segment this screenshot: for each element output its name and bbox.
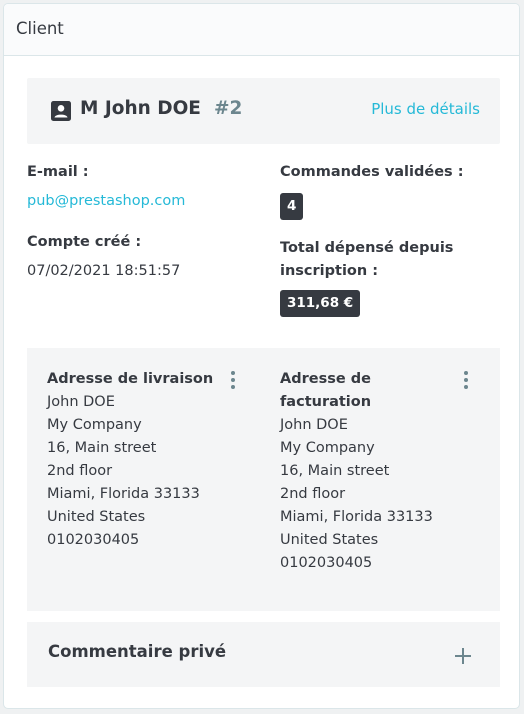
- invoice-address-title-line1: Adresse de: [280, 371, 371, 387]
- delivery-address-line: 16, Main street: [47, 440, 157, 456]
- card-title: Client: [16, 19, 64, 38]
- validated-orders-badge: 4: [280, 193, 304, 220]
- delivery-address-line: 0102030405: [47, 532, 140, 548]
- account-box-icon: [51, 101, 71, 121]
- invoice-address-title-line2: facturation: [280, 394, 372, 410]
- customer-name: M John DOE: [80, 98, 201, 119]
- total-spent-label-line2: inscription :: [280, 263, 379, 279]
- account-created-value: 07/02/2021 18:51:57: [27, 263, 181, 279]
- delivery-address-menu-icon[interactable]: [226, 371, 240, 393]
- total-spent-label-line1: Total dépensé depuis: [280, 240, 454, 256]
- invoice-address-line: 0102030405: [280, 555, 373, 571]
- customer-summary: M John DOE #2 Plus de détails: [27, 78, 500, 144]
- invoice-address-menu-icon[interactable]: [459, 371, 473, 393]
- invoice-address: Adresse de facturation John DOE My Compa…: [280, 368, 433, 575]
- invoice-address-line: My Company: [280, 440, 375, 456]
- customer-card: Client M John DOE #2 Plus de détails E-m…: [3, 3, 520, 709]
- delivery-address-line: 2nd floor: [47, 463, 113, 479]
- addresses-panel: Adresse de livraison John DOE My Company…: [27, 348, 500, 611]
- validated-orders-label: Commandes validées :: [280, 164, 464, 180]
- delivery-address-title: Adresse de livraison: [47, 371, 214, 387]
- card-header: Client: [4, 4, 519, 56]
- private-comment-title: Commentaire privé: [48, 642, 227, 661]
- plus-icon[interactable]: [453, 646, 473, 666]
- delivery-address-line: John DOE: [47, 394, 115, 410]
- invoice-address-line: John DOE: [280, 417, 348, 433]
- delivery-address: Adresse de livraison John DOE My Company…: [47, 368, 213, 552]
- more-details-link[interactable]: Plus de détails: [371, 100, 480, 118]
- total-spent-label: Total dépensé depuis inscription :: [280, 237, 453, 283]
- account-created-label: Compte créé :: [27, 234, 142, 250]
- customer-id: #2: [214, 98, 243, 119]
- email-link[interactable]: pub@prestashop.com: [27, 193, 185, 209]
- email-value: pub@prestashop.com: [27, 190, 185, 213]
- invoice-address-line: 2nd floor: [280, 486, 346, 502]
- delivery-address-line: Miami, Florida 33133: [47, 486, 200, 502]
- email-label: E-mail :: [27, 164, 89, 180]
- invoice-address-line: Miami, Florida 33133: [280, 509, 433, 525]
- delivery-address-line: United States: [47, 509, 146, 525]
- invoice-address-line: 16, Main street: [280, 463, 390, 479]
- invoice-address-line: United States: [280, 532, 379, 548]
- total-spent-badge: 311,68 €: [280, 290, 361, 317]
- private-comment-panel[interactable]: Commentaire privé: [27, 622, 500, 687]
- delivery-address-line: My Company: [47, 417, 142, 433]
